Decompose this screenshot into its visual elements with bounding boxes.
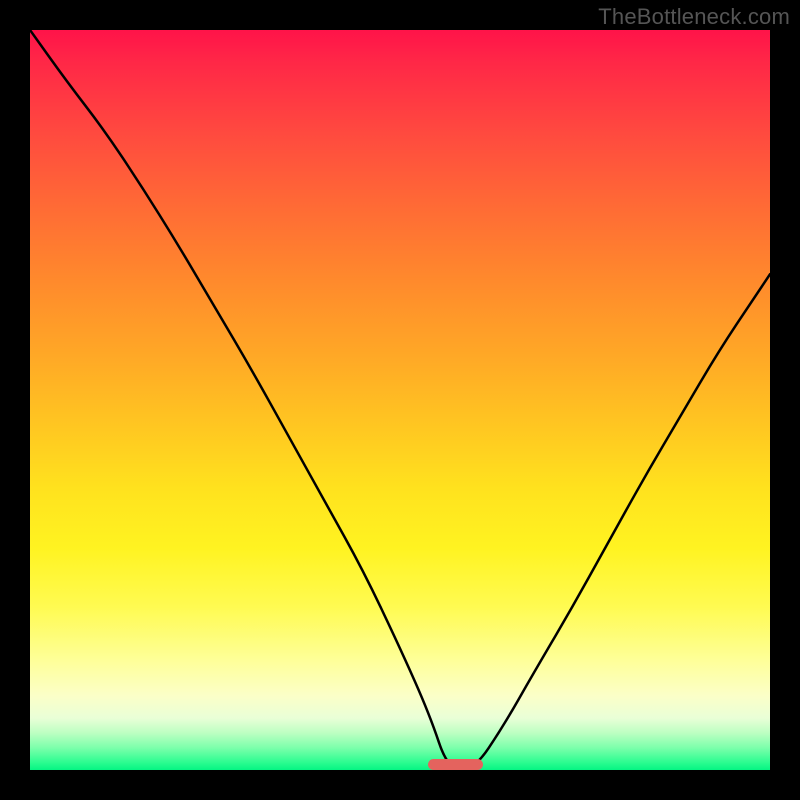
optimal-marker xyxy=(428,759,484,770)
chart-frame: TheBottleneck.com xyxy=(0,0,800,800)
bottleneck-curve xyxy=(30,30,770,770)
curve-path xyxy=(30,30,770,770)
watermark-text: TheBottleneck.com xyxy=(598,4,790,30)
plot-area xyxy=(30,30,770,770)
